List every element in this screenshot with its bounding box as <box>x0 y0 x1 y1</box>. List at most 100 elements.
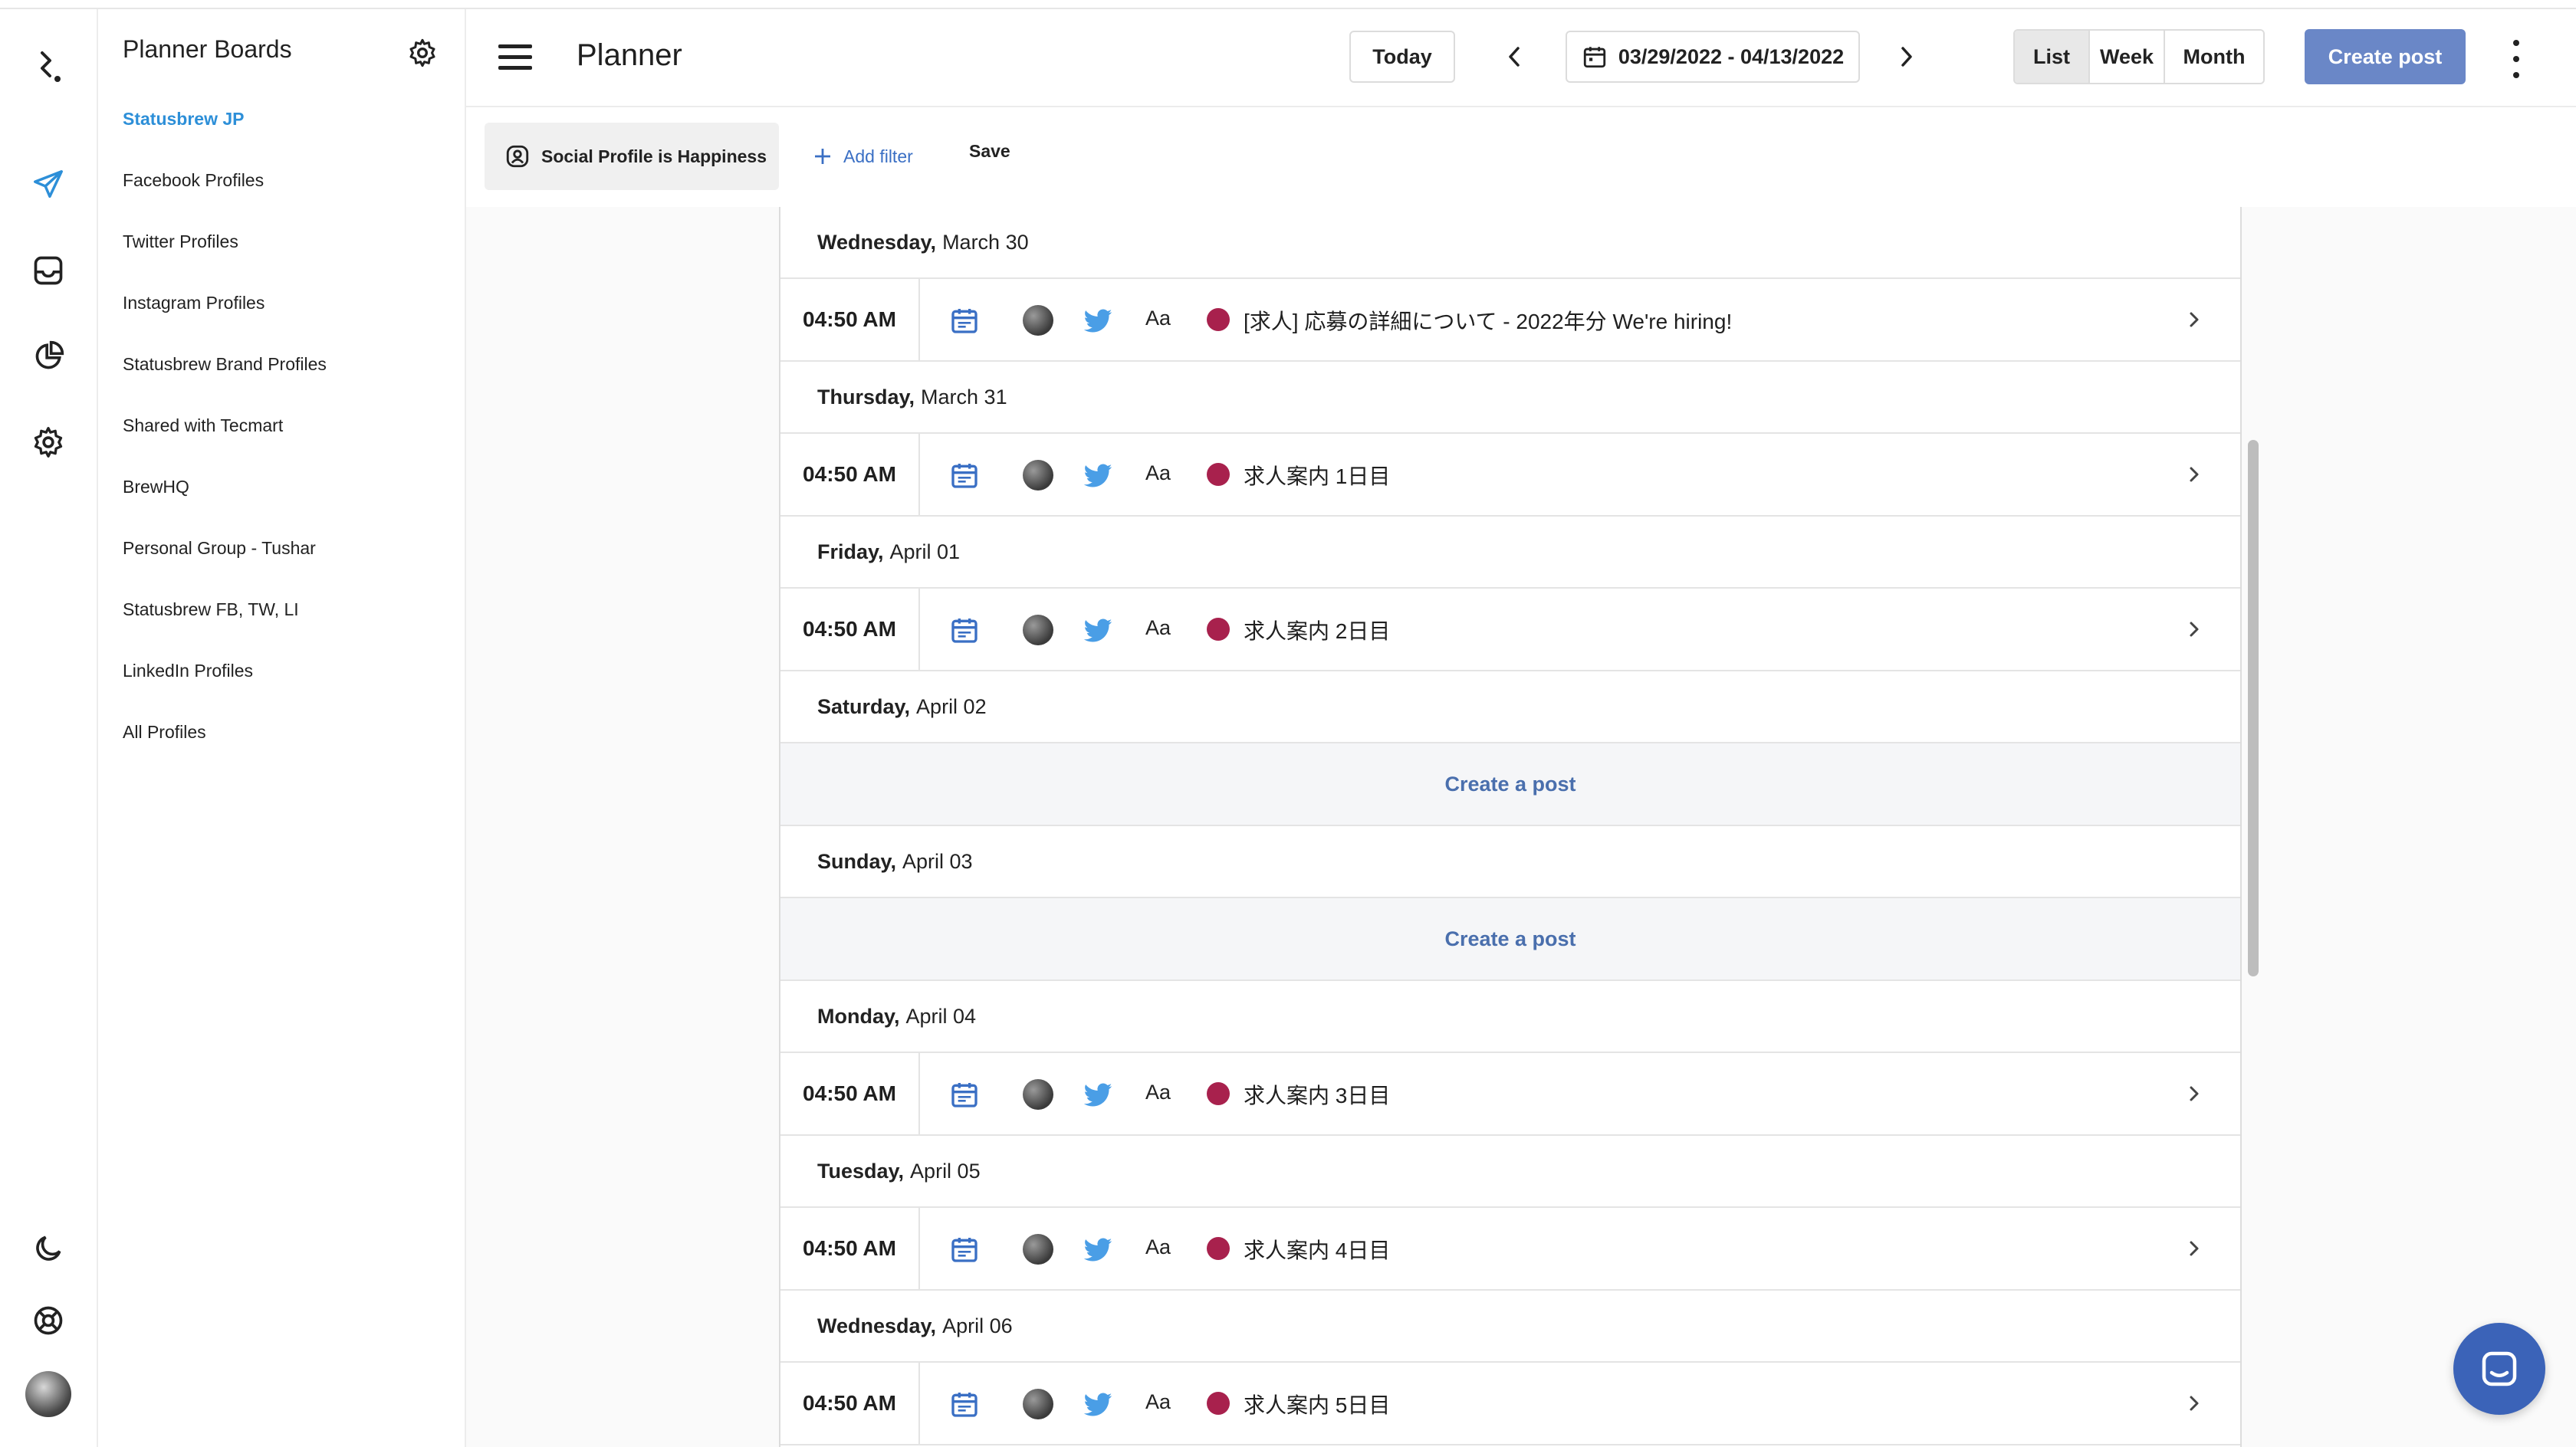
chevron-right-icon[interactable] <box>2187 1390 2203 1416</box>
twitter-icon <box>1083 1393 1112 1416</box>
board-item-brewhq[interactable]: BrewHQ <box>123 477 189 497</box>
chevron-right-icon[interactable] <box>2187 616 2203 642</box>
next-range-button[interactable] <box>1883 31 1929 83</box>
label-dot <box>1207 1237 1230 1260</box>
post-time: 04:50 AM <box>780 434 920 515</box>
board-item-statusbrew-fb-tw-li[interactable]: Statusbrew FB, TW, LI <box>123 599 299 620</box>
chat-launcher-button[interactable] <box>2453 1323 2545 1415</box>
post-type-label: Aa <box>1145 616 1171 639</box>
scheduled-calendar-icon <box>951 1393 978 1417</box>
scheduled-calendar-icon <box>951 1083 978 1107</box>
menu-toggle-icon[interactable] <box>498 44 532 75</box>
boards-settings-icon[interactable] <box>403 34 442 72</box>
dark-mode-icon[interactable] <box>0 1222 97 1275</box>
post-text: 求人案内 2日目 <box>1244 619 1391 643</box>
post-text: 求人案内 4日目 <box>1244 1239 1391 1262</box>
help-icon[interactable] <box>0 1294 97 1347</box>
view-list-button[interactable]: List <box>2015 31 2090 83</box>
post-text: 求人案内 1日目 <box>1244 464 1391 488</box>
twitter-icon <box>1083 309 1112 333</box>
page-title: Planner <box>577 38 682 72</box>
icon-rail <box>0 9 98 1447</box>
chevron-right-icon[interactable] <box>2187 1081 2203 1107</box>
profile-filter-chip[interactable]: Social Profile is Happiness <box>485 123 779 190</box>
post-time: 04:50 AM <box>780 279 920 360</box>
day-header: Wednesday, March 30 <box>780 207 2240 279</box>
user-avatar[interactable] <box>0 1367 97 1421</box>
post-text: [求人] 応募の詳細について - 2022年分 We're hiring! <box>1244 310 1733 333</box>
board-item-statusbrew-jp[interactable]: Statusbrew JP <box>123 109 245 130</box>
post-type-label: Aa <box>1145 1235 1171 1258</box>
previous-range-button[interactable] <box>1492 31 1538 83</box>
post-row[interactable]: 04:50 AM Aa 求人案内 1日目 <box>780 434 2240 517</box>
chevron-right-icon[interactable] <box>2187 307 2203 333</box>
scheduled-calendar-icon <box>951 619 978 643</box>
post-row[interactable]: 04:50 AM Aa 求人案内 4日目 <box>780 1208 2240 1291</box>
view-week-button[interactable]: Week <box>2090 31 2165 83</box>
more-options-icon[interactable] <box>2501 40 2532 78</box>
profile-avatar <box>1023 460 1053 491</box>
scrollbar-thumb[interactable] <box>2248 440 2259 976</box>
scheduled-calendar-icon <box>951 464 978 488</box>
post-text: 求人案内 5日目 <box>1244 1393 1391 1417</box>
post-time: 04:50 AM <box>780 589 920 670</box>
scheduled-calendar-icon <box>951 1238 978 1262</box>
filter-bar: Social Profile is Happiness Add filter S… <box>466 107 2576 207</box>
label-dot <box>1207 308 1230 331</box>
create-post-slot[interactable]: Create a post <box>780 743 2240 826</box>
post-type-label: Aa <box>1145 307 1171 330</box>
post-text: 求人案内 3日目 <box>1244 1084 1391 1107</box>
planner-boards-sidebar: Planner Boards Statusbrew JP Facebook Pr… <box>98 9 466 1447</box>
post-time: 04:50 AM <box>780 1053 920 1134</box>
board-item-personal-group-tushar[interactable]: Personal Group - Tushar <box>123 538 316 559</box>
view-month-button[interactable]: Month <box>2165 31 2263 83</box>
day-header: Tuesday, April 05 <box>780 1136 2240 1208</box>
day-header: Thursday, March 31 <box>780 362 2240 434</box>
board-item-facebook-profiles[interactable]: Facebook Profiles <box>123 170 264 191</box>
day-header: Saturday, April 02 <box>780 671 2240 743</box>
scheduled-calendar-icon <box>951 309 978 333</box>
create-post-link[interactable]: Create a post <box>1444 773 1576 796</box>
label-dot <box>1207 1082 1230 1105</box>
post-time: 04:50 AM <box>780 1363 920 1444</box>
calendar-icon <box>1583 47 1606 68</box>
post-row[interactable]: 04:50 AM Aa 求人案内 2日目 <box>780 589 2240 671</box>
post-row[interactable]: 04:50 AM Aa 求人案内 5日目 <box>780 1363 2240 1445</box>
logo-icon[interactable] <box>0 40 97 94</box>
profile-avatar <box>1023 615 1053 645</box>
profile-filter-label: Social Profile is Happiness <box>541 146 767 166</box>
label-dot <box>1207 463 1230 486</box>
label-dot <box>1207 618 1230 641</box>
inbox-icon[interactable] <box>0 244 97 297</box>
planner-header: Planner Today 03/29/2022 - 04/13/2022 Li… <box>466 9 2576 107</box>
twitter-icon <box>1083 1083 1112 1107</box>
board-item-instagram-profiles[interactable]: Instagram Profiles <box>123 293 264 313</box>
post-row[interactable]: 04:50 AM Aa 求人案内 3日目 <box>780 1053 2240 1136</box>
post-row[interactable]: 04:50 AM Aa [求人] 応募の詳細について - 2022年分 We'r… <box>780 279 2240 362</box>
day-header: Friday, April 01 <box>780 517 2240 589</box>
board-item-all-profiles[interactable]: All Profiles <box>123 722 206 743</box>
today-button[interactable]: Today <box>1349 31 1455 83</box>
chevron-right-icon[interactable] <box>2187 461 2203 487</box>
plus-icon <box>815 149 830 164</box>
create-post-link[interactable]: Create a post <box>1444 927 1576 951</box>
board-item-statusbrew-brand-profiles[interactable]: Statusbrew Brand Profiles <box>123 354 327 375</box>
board-item-linkedin-profiles[interactable]: LinkedIn Profiles <box>123 661 253 681</box>
add-filter-button[interactable]: Add filter <box>811 138 913 175</box>
chevron-right-icon[interactable] <box>2187 1235 2203 1262</box>
profile-avatar <box>1023 1234 1053 1265</box>
save-filter-button[interactable]: Save <box>969 141 1010 162</box>
board-item-shared-with-tecmart[interactable]: Shared with Tecmart <box>123 415 283 436</box>
publish-icon[interactable] <box>0 158 97 212</box>
reports-icon[interactable] <box>0 330 97 383</box>
label-dot <box>1207 1392 1230 1415</box>
day-header: Wednesday, April 06 <box>780 1291 2240 1363</box>
date-range-picker[interactable]: 03/29/2022 - 04/13/2022 <box>1566 31 1860 83</box>
settings-icon[interactable] <box>0 415 97 469</box>
twitter-icon <box>1083 464 1112 487</box>
post-type-label: Aa <box>1145 1081 1171 1104</box>
profile-avatar <box>1023 1389 1053 1419</box>
board-item-twitter-profiles[interactable]: Twitter Profiles <box>123 231 238 252</box>
create-post-button[interactable]: Create post <box>2305 29 2466 84</box>
create-post-slot[interactable]: Create a post <box>780 898 2240 981</box>
